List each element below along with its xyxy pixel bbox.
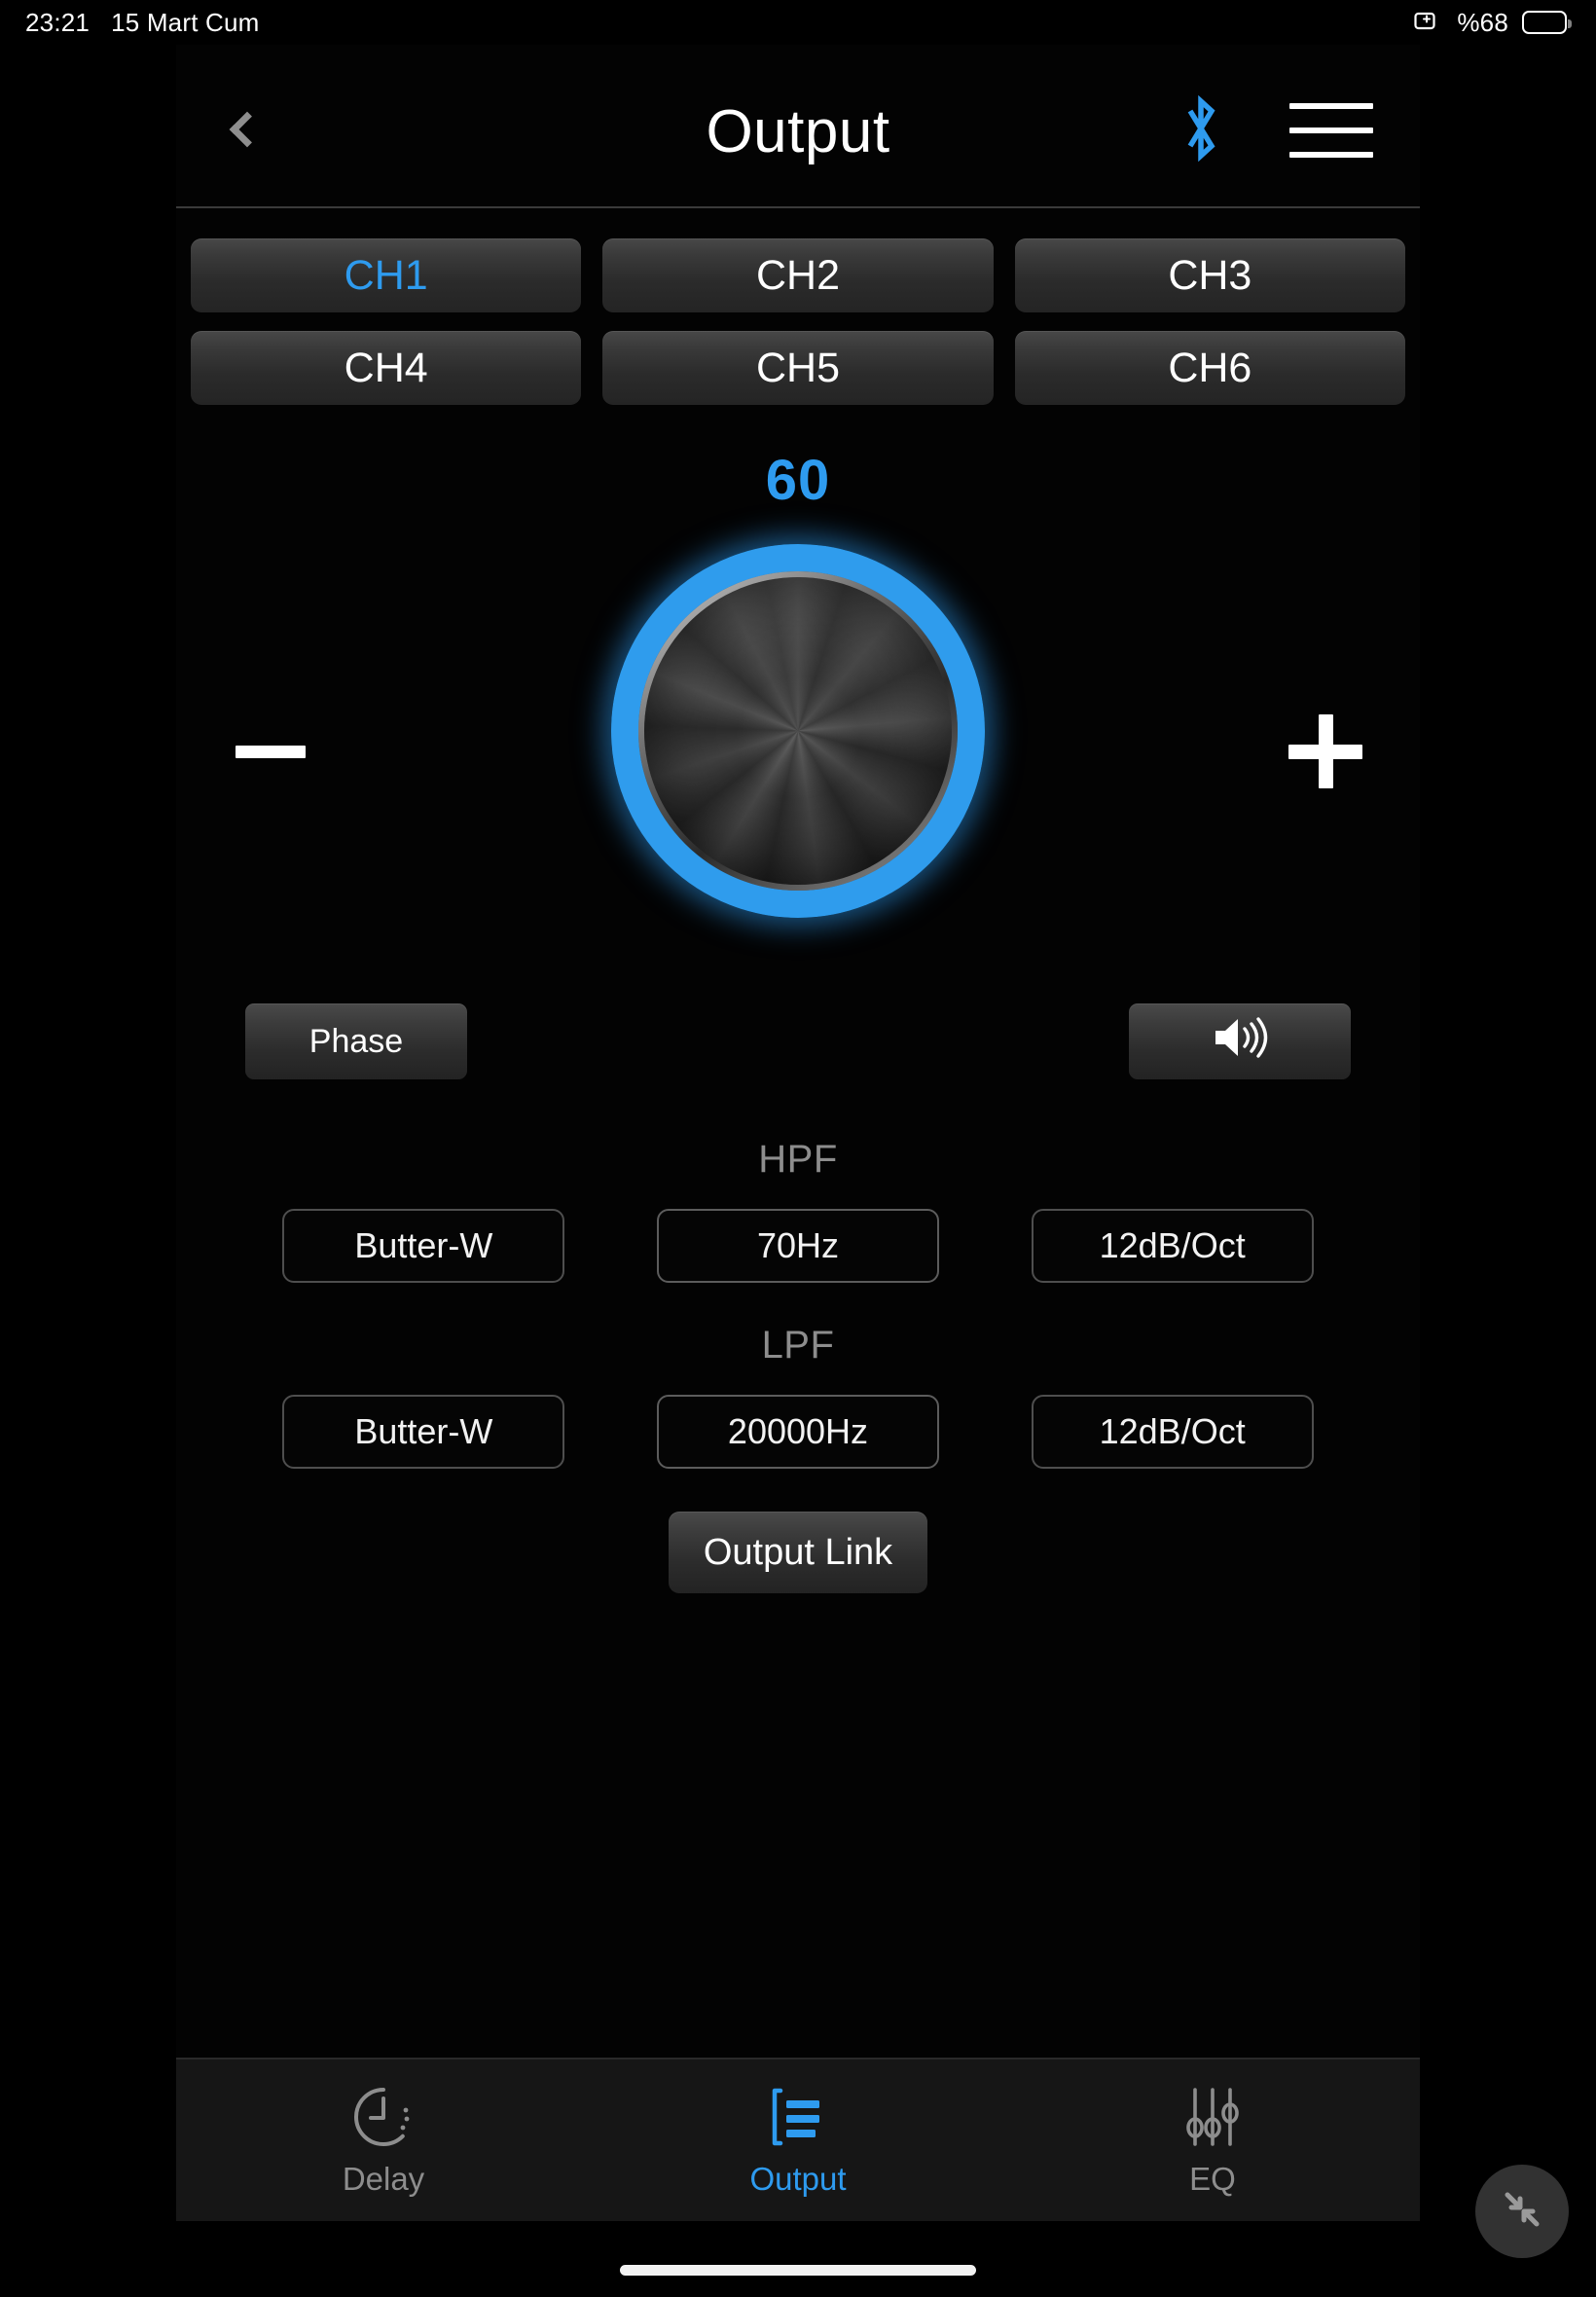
phase-mute-row: Phase (176, 1003, 1420, 1097)
lpf-section-label: LPF (761, 1324, 835, 1367)
tab-output[interactable]: Output (591, 2060, 1005, 2221)
battery-icon (1522, 11, 1572, 34)
knob-face (644, 577, 952, 885)
status-bar: 23:21 15 Mart Cum %68 (0, 0, 1596, 45)
output-link-button[interactable]: Output Link (668, 1512, 928, 1593)
status-time: 23:21 (25, 7, 91, 37)
app-header: Output (176, 45, 1420, 208)
tab-label: Delay (342, 2161, 425, 2197)
tab-label: EQ (1189, 2161, 1236, 2197)
tab-delay[interactable]: Delay (176, 2060, 591, 2221)
gain-knob-row (176, 523, 1420, 990)
tab-label: Output (749, 2161, 847, 2197)
eq-sliders-icon (1181, 2083, 1244, 2151)
screen-mirroring-icon (1414, 11, 1443, 34)
mute-button[interactable] (1129, 1003, 1351, 1079)
bluetooth-button[interactable] (1162, 91, 1240, 169)
hpf-controls: Butter-W 70Hz 12dB/Oct (176, 1209, 1420, 1283)
battery-percent: %68 (1457, 7, 1508, 37)
home-indicator (620, 2265, 976, 2276)
output-list-icon (769, 2083, 827, 2151)
hpf-frequency-button[interactable]: 70Hz (656, 1209, 939, 1283)
bottom-tab-bar: Delay Output EQ (176, 2058, 1420, 2221)
channel-button-ch2[interactable]: CH2 (602, 238, 994, 312)
hamburger-menu-icon[interactable] (1289, 93, 1373, 167)
hpf-section-label: HPF (758, 1138, 838, 1181)
phase-button[interactable]: Phase (245, 1003, 467, 1079)
app-window: Output CH1 CH2 CH3 CH4 CH5 CH6 60 Phase … (176, 45, 1420, 2221)
collapse-floating-button[interactable] (1475, 2165, 1569, 2258)
speaker-volume-icon (1210, 1013, 1270, 1071)
channel-button-ch1[interactable]: CH1 (191, 238, 582, 312)
channel-button-ch3[interactable]: CH3 (1014, 238, 1405, 312)
gain-value-readout: 60 (765, 449, 831, 512)
clock-delay-icon (351, 2083, 416, 2151)
channel-button-ch6[interactable]: CH6 (1014, 331, 1405, 405)
output-link-row: Output Link (176, 1512, 1420, 1593)
minus-icon (236, 745, 306, 758)
lpf-frequency-button[interactable]: 20000Hz (656, 1395, 939, 1469)
channel-label: CH4 (344, 344, 428, 391)
decrement-button[interactable] (217, 698, 324, 805)
status-date: 15 Mart Cum (111, 7, 260, 37)
channel-label: CH5 (755, 344, 840, 391)
channel-button-ch5[interactable]: CH5 (602, 331, 994, 405)
lpf-filter-type-button[interactable]: Butter-W (282, 1395, 565, 1469)
status-bar-left: 23:21 15 Mart Cum (25, 8, 260, 38)
hpf-filter-type-button[interactable]: Butter-W (282, 1209, 565, 1283)
tab-eq[interactable]: EQ (1005, 2060, 1420, 2221)
phase-label: Phase (308, 1022, 404, 1060)
channel-button-ch4[interactable]: CH4 (191, 331, 582, 405)
channel-selector: CH1 CH2 CH3 CH4 CH5 CH6 (191, 238, 1405, 405)
bluetooth-icon (1179, 92, 1223, 169)
channel-label: CH2 (755, 251, 840, 299)
increment-button[interactable] (1272, 698, 1379, 805)
status-bar-right: %68 (1414, 7, 1572, 38)
hpf-slope-button[interactable]: 12dB/Oct (1031, 1209, 1314, 1283)
channel-label: CH1 (344, 251, 428, 299)
gain-knob[interactable] (590, 523, 1006, 939)
collapse-arrows-icon (1495, 2182, 1549, 2242)
plus-icon (1288, 714, 1362, 788)
channel-label: CH3 (1168, 251, 1252, 299)
lpf-slope-button[interactable]: 12dB/Oct (1031, 1395, 1314, 1469)
channel-label: CH6 (1168, 344, 1252, 391)
lpf-controls: Butter-W 20000Hz 12dB/Oct (176, 1395, 1420, 1469)
